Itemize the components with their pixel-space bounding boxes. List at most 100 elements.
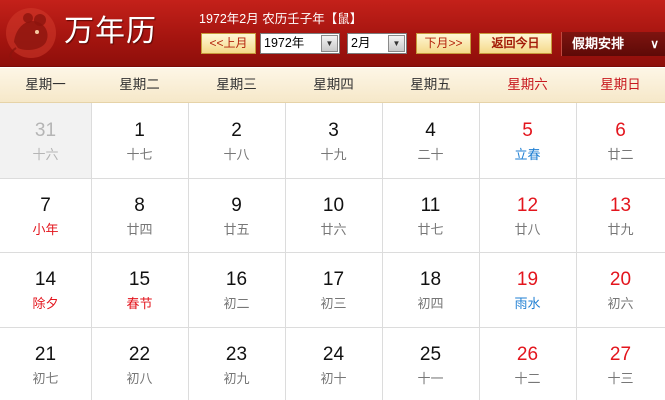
lunar-date: 初四 <box>417 297 444 312</box>
day-number: 31 <box>34 120 57 141</box>
day-number: 12 <box>516 195 539 216</box>
mouse-zodiac-logo-icon <box>6 8 56 61</box>
calendar-header: 万年历 1972年2月 农历壬子年【鼠】 <<上月 1972年 ▼ 2月 ▼ 下… <box>0 0 665 67</box>
weekday-label: 星期二 <box>119 77 160 93</box>
day-number: 2 <box>231 120 242 141</box>
day-cell[interactable]: 6 廿二 <box>576 103 665 178</box>
prev-month-button[interactable]: <<上月 <box>201 33 256 54</box>
day-number: 6 <box>615 120 626 141</box>
day-cell[interactable]: 23 初九 <box>188 327 285 400</box>
app-title: 万年历 <box>64 14 157 49</box>
day-cell[interactable]: 17 初三 <box>285 252 382 327</box>
day-cell[interactable]: 4 二十 <box>382 103 479 178</box>
lunar-date: 初三 <box>320 297 347 312</box>
day-number: 26 <box>516 344 539 365</box>
lunar-date: 廿九 <box>607 223 634 238</box>
lunar-date: 初六 <box>607 297 634 312</box>
day-cell[interactable]: 9 廿五 <box>188 178 285 252</box>
festival-label: 除夕 <box>32 297 59 312</box>
lunar-date: 初七 <box>32 372 59 387</box>
calendar-grid: 31 十六 1 十七 2 十八 3 十九 4 二十 5 立春 6 廿二 7 小年 8 廿四 9 廿五 10 廿六 11 廿七 1… <box>0 103 665 400</box>
lunar-date: 十三 <box>607 372 634 387</box>
weekday-header-row: 星期一 星期二 星期三 星期四 星期五 星期六 星期日 <box>0 68 665 103</box>
chevron-down-icon[interactable]: ▼ <box>388 35 405 52</box>
lunar-date: 廿六 <box>320 223 347 238</box>
lunar-date: 廿七 <box>417 223 444 238</box>
day-number: 5 <box>522 120 533 141</box>
day-cell[interactable]: 31 十六 <box>0 103 91 178</box>
next-month-button[interactable]: 下月>> <box>416 33 471 54</box>
lunar-date: 十九 <box>320 148 347 163</box>
day-number: 15 <box>128 269 151 290</box>
day-cell[interactable]: 24 初十 <box>285 327 382 400</box>
chevron-down-icon: ∨ <box>650 37 659 51</box>
day-cell[interactable]: 11 廿七 <box>382 178 479 252</box>
lunar-date: 廿二 <box>607 148 634 163</box>
day-number: 21 <box>34 344 57 365</box>
day-number: 20 <box>609 269 632 290</box>
day-cell[interactable]: 8 廿四 <box>91 178 188 252</box>
day-cell[interactable]: 3 十九 <box>285 103 382 178</box>
festival-label: 春节 <box>126 297 153 312</box>
day-number: 9 <box>231 195 242 216</box>
day-cell[interactable]: 18 初四 <box>382 252 479 327</box>
day-cell[interactable]: 19 雨水 <box>479 252 576 327</box>
festival-label: 小年 <box>32 223 59 238</box>
day-cell[interactable]: 10 廿六 <box>285 178 382 252</box>
day-cell[interactable]: 15 春节 <box>91 252 188 327</box>
holiday-schedule-label: 假期安排 <box>572 36 625 51</box>
day-number: 14 <box>34 269 57 290</box>
weekday-label: 星期三 <box>216 77 257 93</box>
day-cell[interactable]: 12 廿八 <box>479 178 576 252</box>
day-number: 16 <box>225 269 248 290</box>
day-cell[interactable]: 2 十八 <box>188 103 285 178</box>
day-cell[interactable]: 22 初八 <box>91 327 188 400</box>
year-select[interactable]: 1972年 ▼ <box>260 33 340 54</box>
weekday-label: 星期五 <box>410 77 451 93</box>
lunar-date: 初十 <box>320 372 347 387</box>
day-number: 25 <box>419 344 442 365</box>
weekday-label: 星期日 <box>600 77 641 93</box>
month-select[interactable]: 2月 ▼ <box>347 33 407 54</box>
day-number: 3 <box>328 120 339 141</box>
day-cell[interactable]: 16 初二 <box>188 252 285 327</box>
day-number: 13 <box>609 195 632 216</box>
lunar-date: 十七 <box>126 148 153 163</box>
lunar-date: 廿八 <box>514 223 541 238</box>
day-cell[interactable]: 27 十三 <box>576 327 665 400</box>
solar-term-label: 立春 <box>514 148 541 163</box>
lunar-date: 十二 <box>514 372 541 387</box>
day-number: 27 <box>609 344 632 365</box>
weekday-label: 星期六 <box>507 77 548 93</box>
grid-divider <box>0 178 665 179</box>
holiday-schedule-button[interactable]: 假期安排 ∨ <box>561 32 665 56</box>
chevron-down-icon[interactable]: ▼ <box>321 35 338 52</box>
lunar-date: 廿四 <box>126 223 153 238</box>
grid-divider <box>0 327 665 328</box>
day-cell[interactable]: 25 十一 <box>382 327 479 400</box>
day-number: 1 <box>134 120 145 141</box>
day-number: 4 <box>425 120 436 141</box>
day-cell[interactable]: 21 初七 <box>0 327 91 400</box>
lunar-date: 十八 <box>223 148 250 163</box>
lunar-date: 初八 <box>126 372 153 387</box>
day-number: 17 <box>322 269 345 290</box>
back-to-today-button[interactable]: 返回今日 <box>479 33 552 54</box>
weekday-label: 星期四 <box>313 77 354 93</box>
day-cell[interactable]: 5 立春 <box>479 103 576 178</box>
day-number: 18 <box>419 269 442 290</box>
grid-divider <box>0 252 665 253</box>
day-cell[interactable]: 14 除夕 <box>0 252 91 327</box>
day-cell[interactable]: 13 廿九 <box>576 178 665 252</box>
day-number: 19 <box>516 269 539 290</box>
lunar-date: 二十 <box>417 148 444 163</box>
day-number: 11 <box>420 195 441 216</box>
day-cell[interactable]: 7 小年 <box>0 178 91 252</box>
lunar-date: 初九 <box>223 372 250 387</box>
lunar-date: 廿五 <box>223 223 250 238</box>
day-cell[interactable]: 20 初六 <box>576 252 665 327</box>
day-cell[interactable]: 26 十二 <box>479 327 576 400</box>
day-cell[interactable]: 1 十七 <box>91 103 188 178</box>
lunar-date: 十六 <box>32 148 59 163</box>
lunar-date: 初二 <box>223 297 250 312</box>
